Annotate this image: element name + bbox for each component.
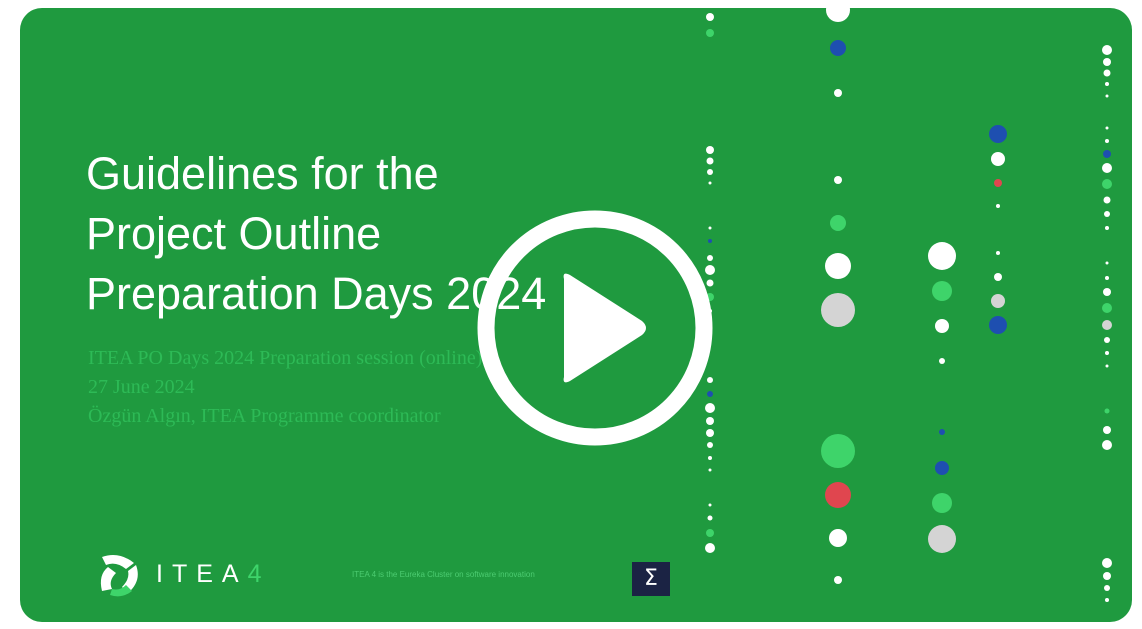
- itea-logo: ITEA4: [96, 548, 261, 600]
- itea-logo-mark-icon: [100, 555, 138, 597]
- eureka-sigma-badge: Σ: [632, 562, 670, 596]
- logo-wordmark: ITEA4: [156, 560, 261, 589]
- play-icon: [563, 273, 646, 383]
- tagline: ITEA 4 is the Eureka Cluster on software…: [352, 570, 535, 579]
- logo-number: 4: [247, 559, 262, 588]
- video-player[interactable]: Guidelines for the Project Outline Prepa…: [20, 8, 1132, 622]
- play-button[interactable]: [476, 209, 714, 447]
- logo-text: ITEA: [156, 559, 248, 588]
